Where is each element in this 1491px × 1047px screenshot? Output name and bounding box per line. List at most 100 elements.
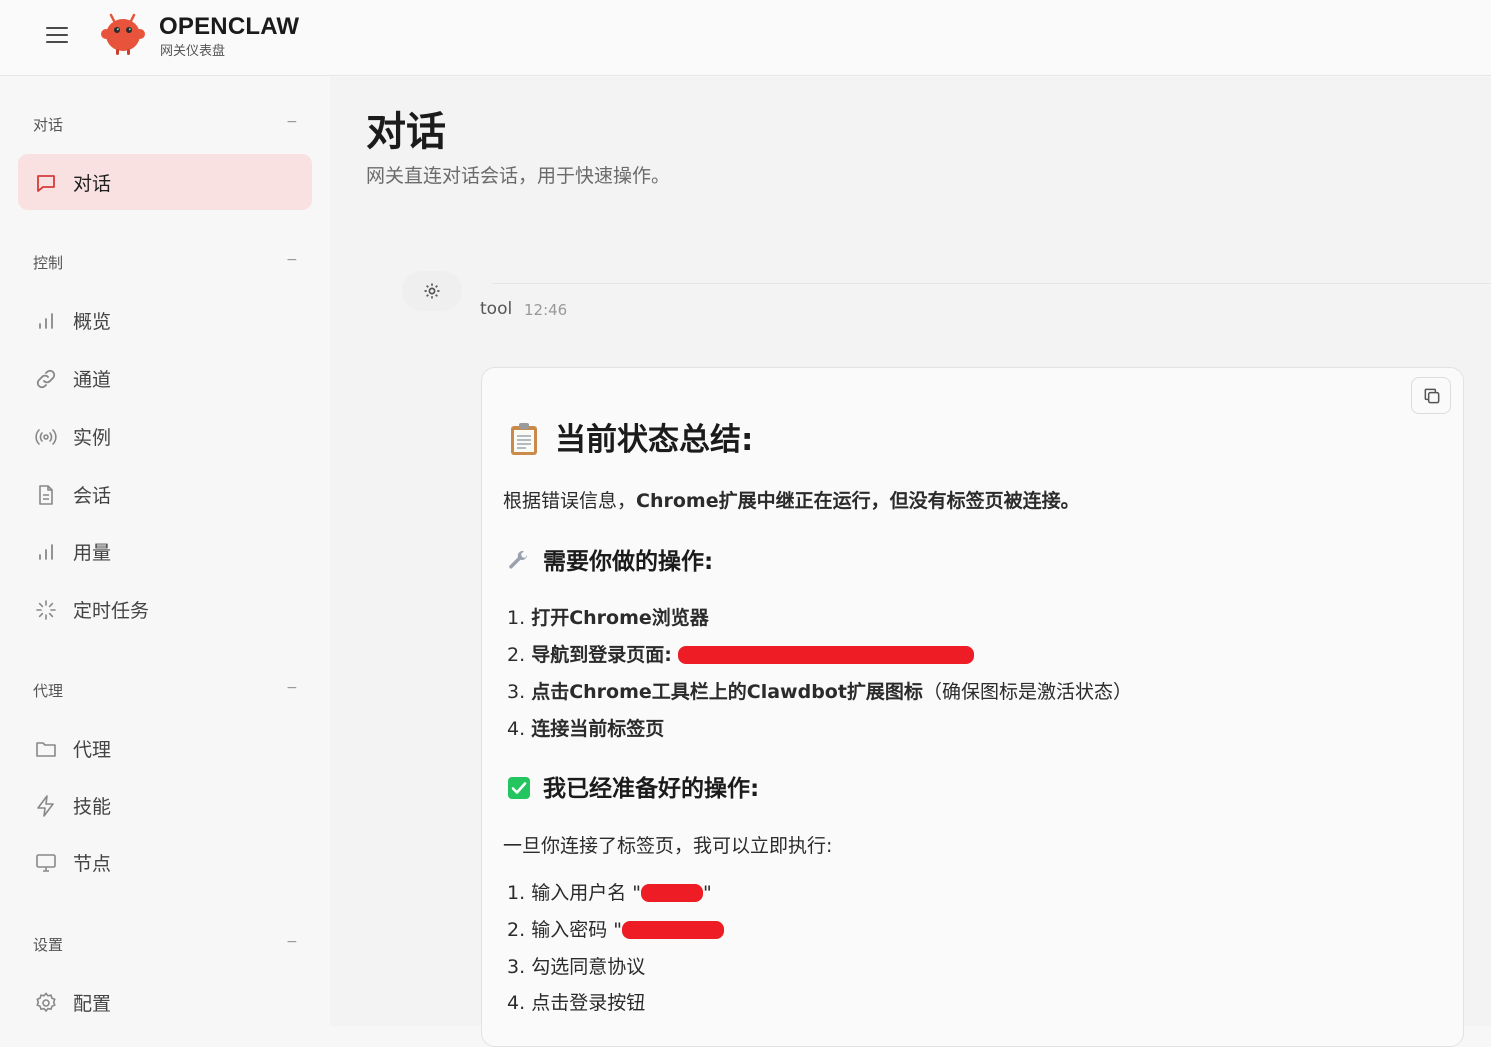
section-collapse-settings[interactable]: − xyxy=(286,934,298,950)
sidebar-item-label: 代理 xyxy=(73,739,112,761)
menu-toggle-button[interactable] xyxy=(44,24,70,46)
hamburger-icon xyxy=(46,27,68,29)
message-square-icon xyxy=(37,175,55,192)
hamburger-line xyxy=(46,34,68,36)
todo-heading-text: 需要你做的操作: xyxy=(543,549,714,575)
sidebar-item-label: 概览 xyxy=(73,311,112,333)
sidebar-item-label: 节点 xyxy=(73,853,112,875)
gear-icon xyxy=(36,992,56,1013)
todo-item: 3. 点击Chrome工具栏上的Clawdbot扩展图标（确保图标是激活状态） xyxy=(507,677,1132,704)
radio-icon xyxy=(35,429,57,445)
message-sender: tool xyxy=(480,299,513,319)
ready-item: 4. 点击登录按钮 xyxy=(507,988,645,1015)
todo-text: 连接当前标签页 xyxy=(531,718,665,740)
sidebar-item-label: 会话 xyxy=(73,485,112,507)
list-number: 4. xyxy=(507,718,526,740)
ready-text: 输入用户名 " xyxy=(531,882,641,904)
redacted-url xyxy=(677,645,974,664)
ready-item: 1. 输入用户名 " " xyxy=(507,878,712,905)
sidebar-item-label: 实例 xyxy=(73,427,112,449)
list-number: 3. xyxy=(507,681,526,703)
ready-text: 点击登录按钮 xyxy=(531,992,646,1014)
redacted-password xyxy=(621,920,724,939)
todo-text: 打开Chrome浏览器 xyxy=(531,607,709,629)
ready-intro: 一旦你连接了标签页，我可以立即执行: xyxy=(503,835,833,857)
ready-item: 3. 勾选同意协议 xyxy=(507,952,645,979)
summary-heading: 当前状态总结: xyxy=(509,414,753,459)
wrench-icon xyxy=(509,550,528,569)
sidebar-item-skills[interactable]: 技能 xyxy=(18,777,312,833)
zap-icon xyxy=(37,795,54,817)
ready-item: 2. 输入密码 " xyxy=(507,915,724,942)
ready-suffix: " xyxy=(702,882,712,904)
list-number: 1. xyxy=(507,882,526,904)
clipboard-icon xyxy=(511,422,537,455)
page-title: 对话 xyxy=(366,109,446,155)
copy-icon xyxy=(1424,388,1440,404)
section-header-settings: 设置 xyxy=(33,936,64,954)
sidebar-item-chat[interactable]: 对话 xyxy=(18,154,312,210)
sidebar-item-usage[interactable]: 用量 xyxy=(18,523,312,579)
sidebar-item-label: 定时任务 xyxy=(73,600,150,622)
sidebar-item-nodes[interactable]: 节点 xyxy=(18,834,312,890)
list-number: 3. xyxy=(507,956,526,978)
sidebar-item-label: 配置 xyxy=(73,993,112,1015)
todo-heading: 需要你做的操作: xyxy=(507,542,713,576)
sidebar-item-channels[interactable]: 通道 xyxy=(18,350,312,406)
file-text-icon xyxy=(39,485,53,505)
list-number: 2. xyxy=(507,644,526,666)
summary-heading-text: 当前状态总结: xyxy=(555,422,754,458)
openclaw-logo xyxy=(101,13,145,55)
ready-heading-text: 我已经准备好的操作: xyxy=(543,776,760,802)
summary-intro: 根据错误信息，Chrome扩展中继正在运行，但没有标签页被连接。 xyxy=(503,486,1080,513)
section-header-control: 控制 xyxy=(33,254,64,272)
tool-avatar xyxy=(402,271,462,311)
monitor-icon xyxy=(36,854,56,872)
top-bar: OPENCLAW 网关仪表盘 xyxy=(0,0,1491,76)
sidebar-item-agents[interactable]: 代理 xyxy=(18,720,312,776)
copy-button[interactable] xyxy=(1411,377,1451,414)
folder-icon xyxy=(36,742,56,757)
redacted-username xyxy=(640,883,703,902)
page-subtitle: 网关直连对话会话，用于快速操作。 xyxy=(366,165,671,187)
sidebar-item-overview[interactable]: 概览 xyxy=(18,292,312,348)
sidebar: 对话 − 对话 控制 − 概览 通道 实例 会话 用量 定时任务 代理 − 代理… xyxy=(0,77,330,1026)
sidebar-item-sessions[interactable]: 会话 xyxy=(18,466,312,522)
section-collapse-chat[interactable]: − xyxy=(286,114,298,130)
sidebar-item-label: 技能 xyxy=(73,796,112,818)
brand-subtitle: 网关仪表盘 xyxy=(160,44,226,59)
section-collapse-agents[interactable]: − xyxy=(286,680,298,696)
sidebar-item-config[interactable]: 配置 xyxy=(18,974,312,1030)
sidebar-item-cron[interactable]: 定时任务 xyxy=(18,581,312,637)
summary-intro-text: 根据错误信息， xyxy=(503,490,637,512)
section-header-chat: 对话 xyxy=(33,116,64,134)
brand-title: OPENCLAW xyxy=(159,13,300,40)
sidebar-item-label: 对话 xyxy=(73,173,112,195)
message-timestamp: 12:46 xyxy=(524,301,568,319)
message-divider xyxy=(492,283,1491,284)
section-collapse-control[interactable]: − xyxy=(286,252,298,268)
check-box-icon xyxy=(508,776,530,799)
todo-text: 点击Chrome工具栏上的Clawdbot扩展图标 xyxy=(531,681,923,703)
link-icon xyxy=(36,369,56,389)
summary-intro-bold: Chrome扩展中继正在运行，但没有标签页被连接。 xyxy=(636,490,1080,512)
todo-item: 2. 导航到登录页面: xyxy=(507,640,974,667)
hamburger-line xyxy=(46,41,68,43)
bar-chart-icon xyxy=(39,313,53,329)
list-number: 1. xyxy=(507,607,526,629)
todo-item: 1. 打开Chrome浏览器 xyxy=(507,603,709,630)
sidebar-item-label: 用量 xyxy=(73,542,112,564)
ready-text: 勾选同意协议 xyxy=(531,956,646,978)
list-number: 4. xyxy=(507,992,526,1014)
gear-icon xyxy=(424,283,440,299)
ready-text: 输入密码 " xyxy=(531,919,622,941)
bar-chart-icon xyxy=(39,544,53,560)
ready-heading: 我已经准备好的操作: xyxy=(507,769,759,803)
main-content: 对话 网关直连对话会话，用于快速操作。 tool 12:46 当前状态总结: 根… xyxy=(330,77,1491,1047)
sidebar-item-label: 通道 xyxy=(73,369,112,391)
loader-icon xyxy=(36,600,56,620)
todo-item: 4. 连接当前标签页 xyxy=(507,714,664,741)
todo-note: （确保图标是激活状态） xyxy=(922,681,1132,703)
sidebar-item-instances[interactable]: 实例 xyxy=(18,408,312,464)
section-header-agents: 代理 xyxy=(33,682,64,700)
